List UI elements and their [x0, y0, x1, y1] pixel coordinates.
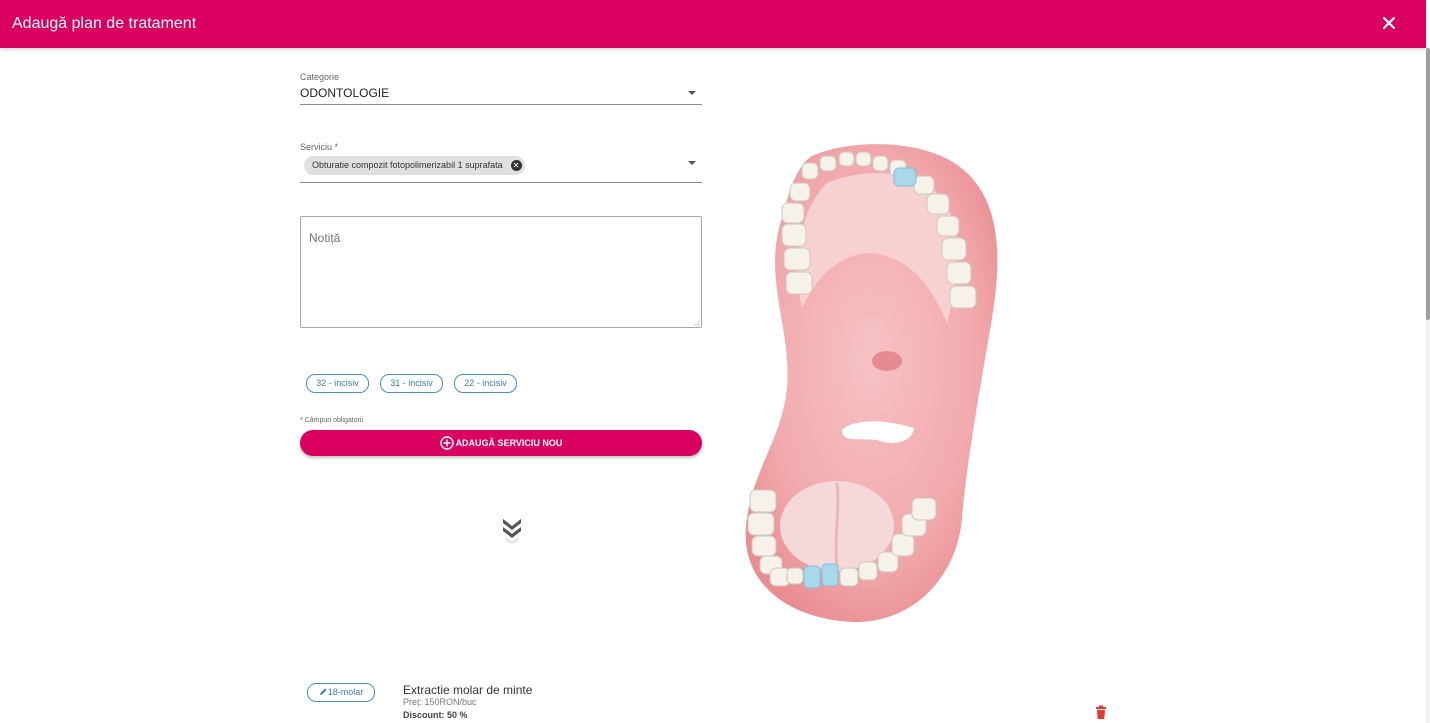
category-value: ODONTOLOGIE [300, 86, 390, 100]
dialog-title: Adaugă plan de tratament [12, 15, 197, 32]
category-label: Categorie [300, 72, 340, 82]
add-service-button[interactable]: ADAUGĂ SERVICIU NOU [300, 430, 702, 456]
add-service-label: ADAUGĂ SERVICIU NOU [455, 438, 563, 448]
scrollbar-thumb[interactable] [1426, 48, 1430, 320]
close-icon[interactable] [1380, 14, 1398, 32]
dropdown-arrow-icon[interactable] [688, 161, 696, 165]
tooth-edit-chip[interactable]: 18-molar [307, 683, 375, 702]
dialog-header: Adaugă plan de tratament [0, 0, 1426, 48]
double-chevron-down-icon[interactable] [501, 516, 523, 546]
chip-remove-icon[interactable]: ✕ [510, 160, 522, 171]
tooth-edit-label: 18-molar [327, 687, 364, 697]
note-placeholder: Notiță [309, 231, 341, 245]
dental-arch-image[interactable] [742, 138, 1004, 624]
tooth-chip[interactable]: 32 - incisiv [306, 374, 369, 393]
service-chip: Obturatie compozit fotopolimerizabil 1 s… [304, 156, 525, 175]
trash-icon[interactable] [1095, 705, 1107, 719]
service-chip-label: Obturatie compozit fotopolimerizabil 1 s… [312, 160, 503, 170]
tooth-chip[interactable]: 22 - incisiv [454, 374, 517, 393]
pencil-icon [319, 688, 327, 696]
category-select[interactable]: ODONTOLOGIE [300, 84, 702, 105]
tooth-chip[interactable]: 31 - incisiv [380, 374, 443, 393]
note-textarea[interactable]: Notiță [300, 216, 702, 328]
service-name: Extractie molar de minte [403, 683, 533, 697]
plus-circle-icon [439, 435, 454, 450]
required-fields-note: * Câmpuri obligatorii [300, 417, 364, 424]
service-select[interactable]: Obturatie compozit fotopolimerizabil 1 s… [300, 143, 702, 183]
dropdown-arrow-icon[interactable] [688, 91, 696, 95]
service-discount: Discount: 50 % [403, 710, 468, 720]
service-price: Preț: 150RON/buc [403, 697, 477, 707]
resize-grip-icon[interactable] [694, 320, 700, 326]
